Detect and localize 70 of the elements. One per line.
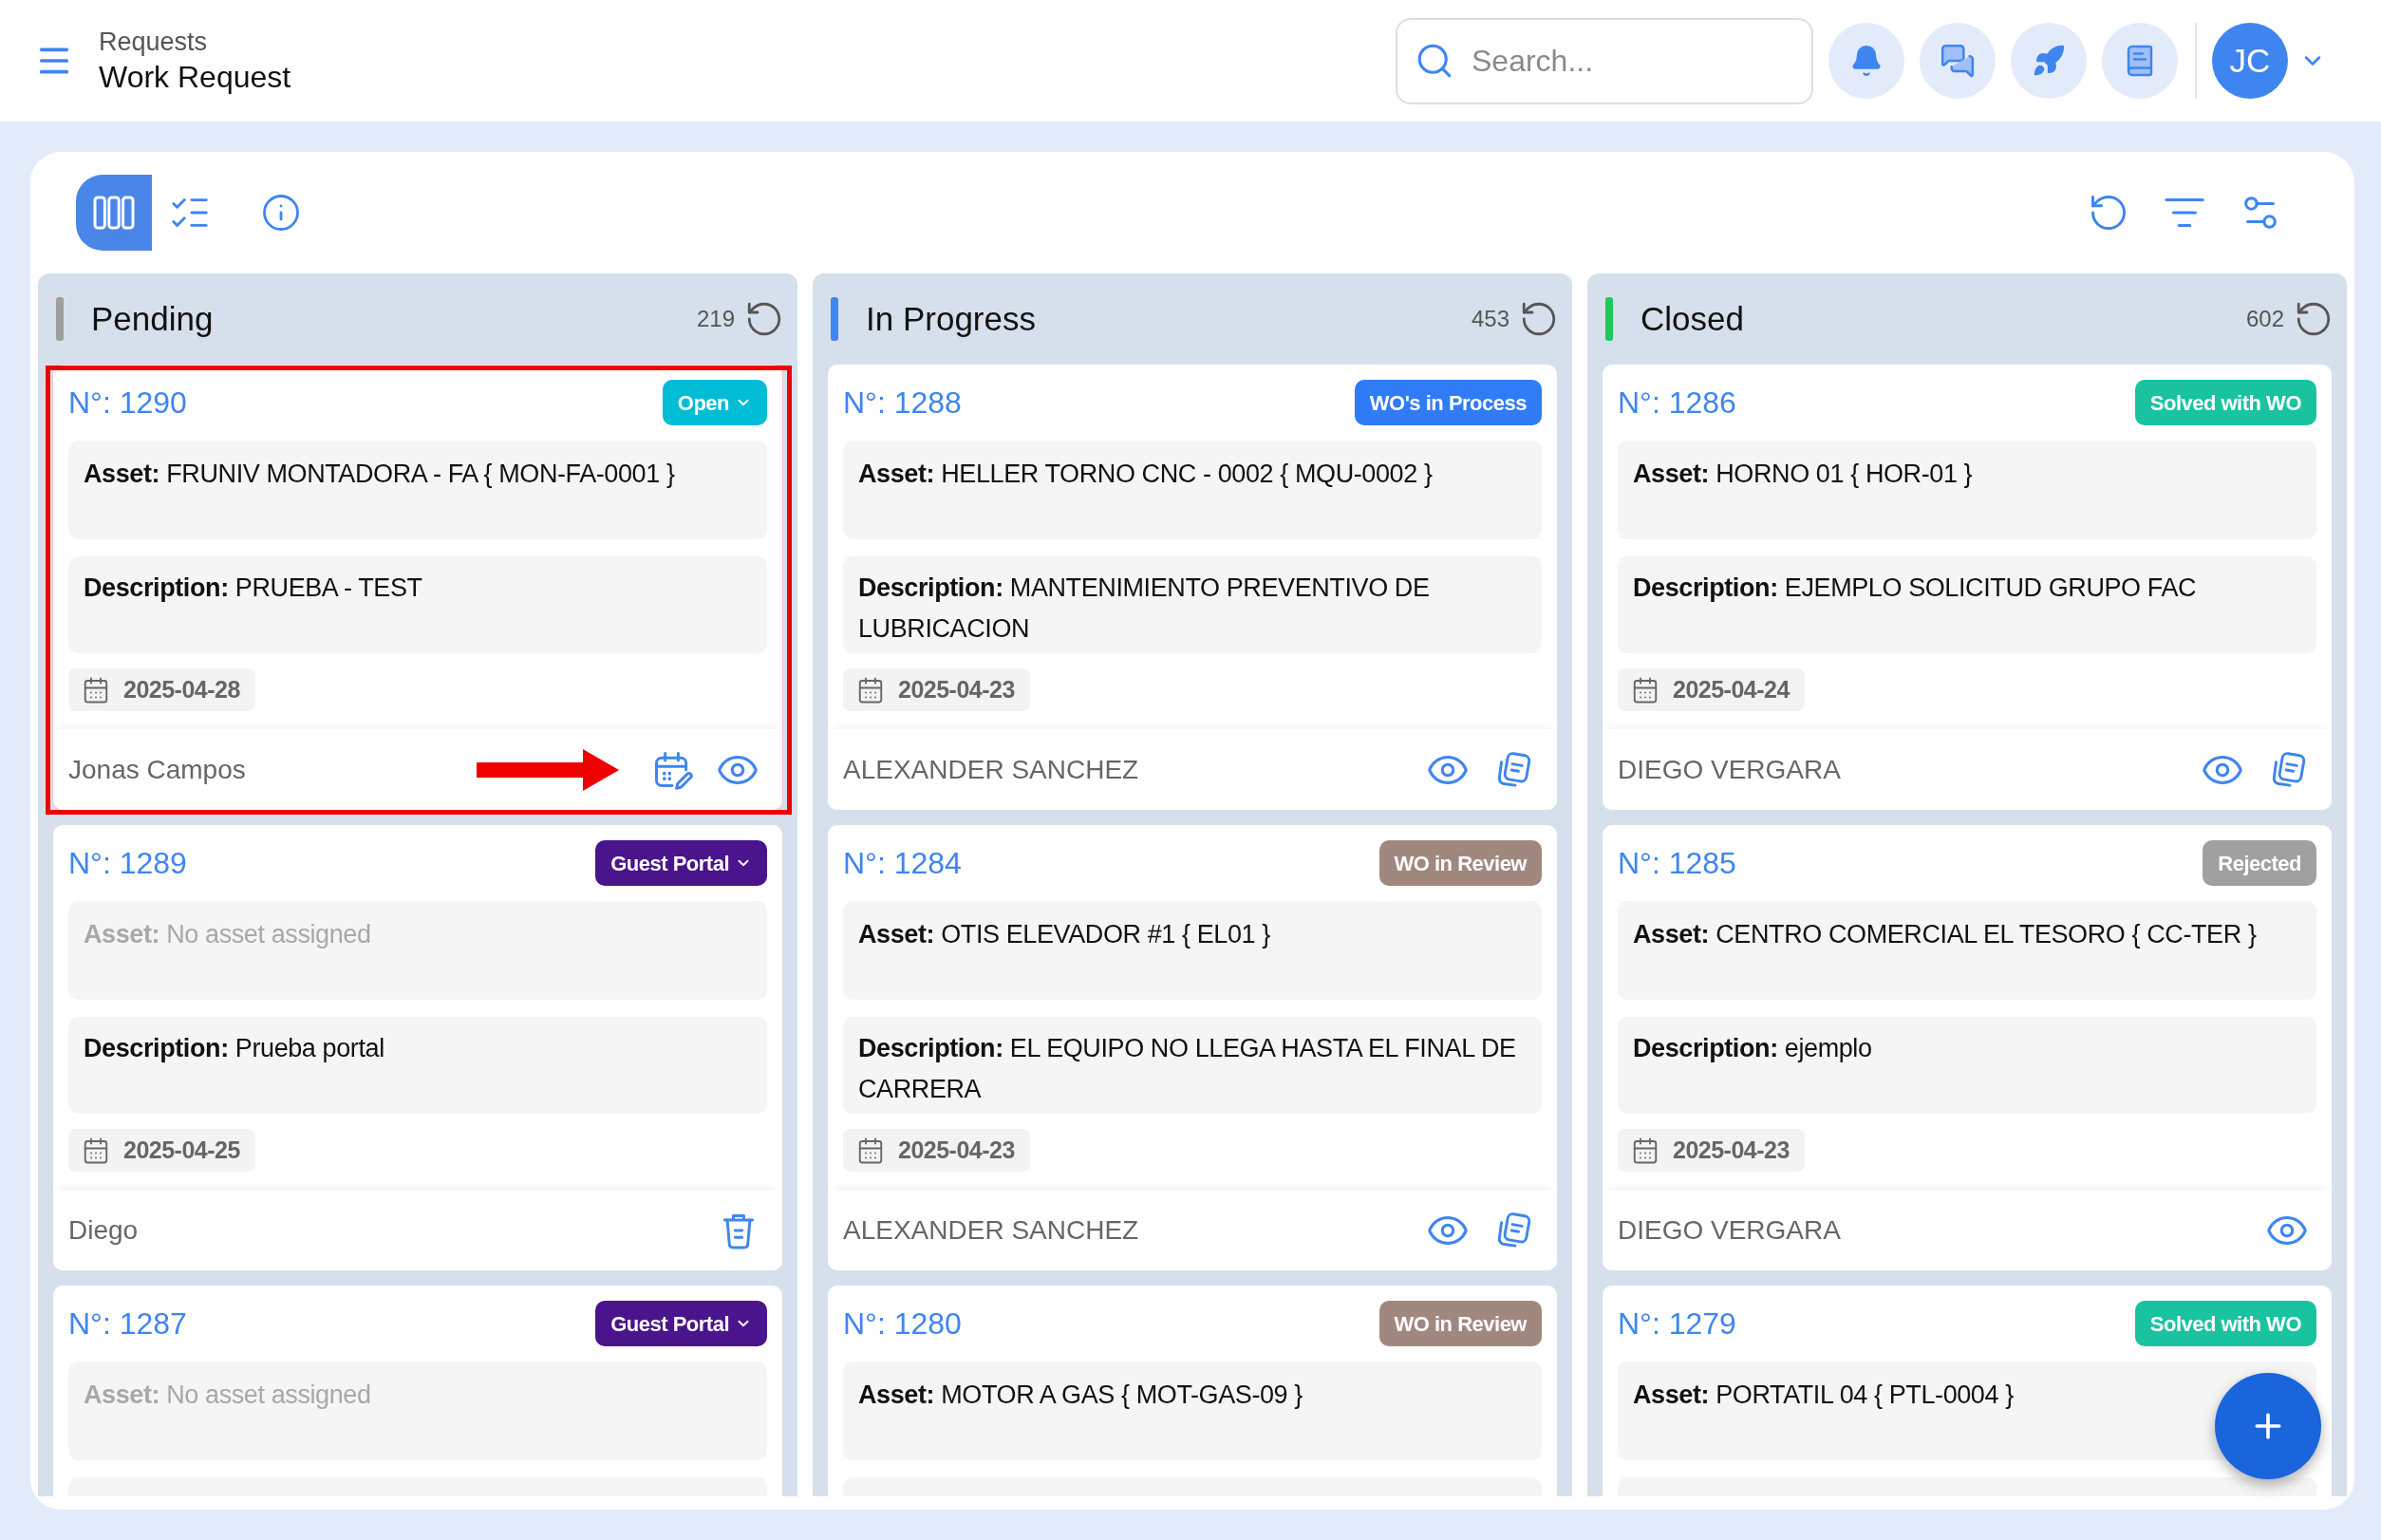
description-text: Description: ejemplo [1633,1033,1873,1064]
column-count: 602 [2245,305,2284,333]
info-icon [261,193,301,233]
request-date: 2025-04-23 [1673,1135,1790,1165]
asset-text: Asset: PORTATIL 04 { PTL-0004 } [1633,1380,2015,1411]
request-number: N°: 1285 [1618,848,1736,878]
requester-name: ALEXANDER SANCHEZ [843,753,1139,786]
request-card[interactable]: N°: 1289 Guest Portal Asset: No asset assigned Description: Prueba portal 2025-04-25 Diego [53,825,782,1270]
asset-text: Asset: No asset assigned [84,1380,372,1411]
request-date: 2025-04-28 [123,674,240,704]
request-date: 2025-04-23 [898,1135,1015,1165]
request-number: N°: 1286 [1618,387,1736,418]
description-text: Description: PRUEBA - TEST [84,573,423,604]
search-field[interactable]: Search... [1396,17,1813,104]
column-title: Closed [1640,298,1744,339]
asset-text: Asset: MOTOR A GAS { MOT-GAS-09 } [858,1380,1303,1411]
request-card[interactable]: N°: 1285 Rejected Asset: CENTRO COMERCIAL EL TESORO { CC-TER } Description: ejemplo 2025-04-23 DIEGO VERGARA [1603,825,2332,1270]
request-card[interactable]: N°: 1284 WO in Review Asset: OTIS ELEVADOR #1 { EL01 } Description: EL EQUIPO NO LLEGA HASTA EL FINAL DE CARRERA 2025-04-23 ALEXANDER SANCHEZ [828,825,1557,1270]
column-count: 219 [696,305,735,333]
column-title: In Progress [866,298,1036,339]
calendar-icon [82,1136,110,1165]
description-text: Description: MANTENIMIENTO PREVENTIVO DE LUBRICACION [858,573,1431,645]
breadcrumb[interactable]: Requests [99,26,291,58]
user-avatar[interactable]: JC [2212,23,2288,99]
requester-name: Jonas Campos [68,753,246,786]
calendar-icon [856,1136,885,1165]
request-card[interactable]: N°: 1290 Open Asset: FRUNIV MONTADORA - FA { MON-FA-0001 } Description: PRUEBA - TEST 2025-04-28 Jonas Campos [53,365,782,810]
asset-text: Asset: HELLER TORNO CNC - 0002 { MQU-0002 } [858,459,1434,490]
board-columns-icon [93,194,135,232]
request-number: N°: 1284 [843,848,962,878]
request-number: N°: 1290 [68,387,187,418]
page-title: Work Request [99,59,291,96]
calendar-icon [856,675,885,704]
description-text: Description: Prueba portal [84,1033,385,1064]
description-text: Description: EL EQUIPO NO LLEGA HASTA EL FINAL DE CARRERA [858,1033,1517,1105]
requester-name: Diego [68,1213,139,1247]
request-card[interactable]: N°: 1286 Solved with WO Asset: HORNO 01 { HOR-01 } Description: EJEMPLO SOLICITUD GRUPO FAC 2025-04-24 DIEGO VERGARA [1603,365,2332,810]
status-dropdown[interactable]: Guest Portal [595,840,767,886]
request-date: 2025-04-25 [123,1135,240,1165]
status-badge[interactable]: WO's in Process [1354,380,1542,425]
request-number: N°: 1287 [68,1308,187,1339]
asset-text: Asset: No asset assigned [84,919,372,950]
column-count: 453 [1471,305,1509,333]
requester-name: DIEGO VERGARA [1618,1213,1841,1247]
bell-icon [1849,44,1884,78]
request-date: 2025-04-24 [1673,674,1790,704]
board-view-tab[interactable] [76,175,152,251]
request-number: N°: 1279 [1618,1308,1736,1339]
request-number: N°: 1288 [843,387,962,418]
asset-text: Asset: FRUNIV MONTADORA - FA { MON-FA-0001 } [84,459,676,490]
chat-bubbles-icon [1940,43,1976,79]
request-date: 2025-04-23 [898,674,1015,704]
request-number: N°: 1280 [843,1308,962,1339]
request-card[interactable]: N°: 1280 WO in Review Asset: MOTOR A GAS { MOT-GAS-09 } [828,1286,1557,1496]
request-card[interactable]: N°: 1279 Solved with WO Asset: PORTATIL 04 { PTL-0004 } [1603,1286,2332,1496]
column-title: Pending [91,298,214,339]
status-dropdown[interactable]: Guest Portal [595,1301,767,1346]
asset-text: Asset: OTIS ELEVADOR #1 { EL01 } [858,919,1271,950]
requester-name: DIEGO VERGARA [1618,753,1841,786]
requester-name: ALEXANDER SANCHEZ [843,1213,1139,1247]
asset-text: Asset: CENTRO COMERCIAL EL TESORO { CC-TER } [1633,919,2258,950]
calendar-icon [82,675,110,704]
calendar-icon [1631,1136,1659,1165]
rocket-icon [2032,44,2066,78]
calendar-icon [1631,675,1659,704]
request-number: N°: 1289 [68,848,187,878]
request-card[interactable]: N°: 1288 WO's in Process Asset: HELLER TORNO CNC - 0002 { MQU-0002 } Description: MANTENIMIENTO PREVENTIVO DE LUBRICACION 2025-04-23 ALEXANDER SANCHEZ [828,365,1557,810]
request-card[interactable]: N°: 1287 Guest Portal Asset: No asset assigned [53,1286,782,1496]
description-text: Description: EJEMPLO SOLICITUD GRUPO FAC [1633,573,2198,604]
asset-text: Asset: HORNO 01 { HOR-01 } [1633,459,1974,490]
